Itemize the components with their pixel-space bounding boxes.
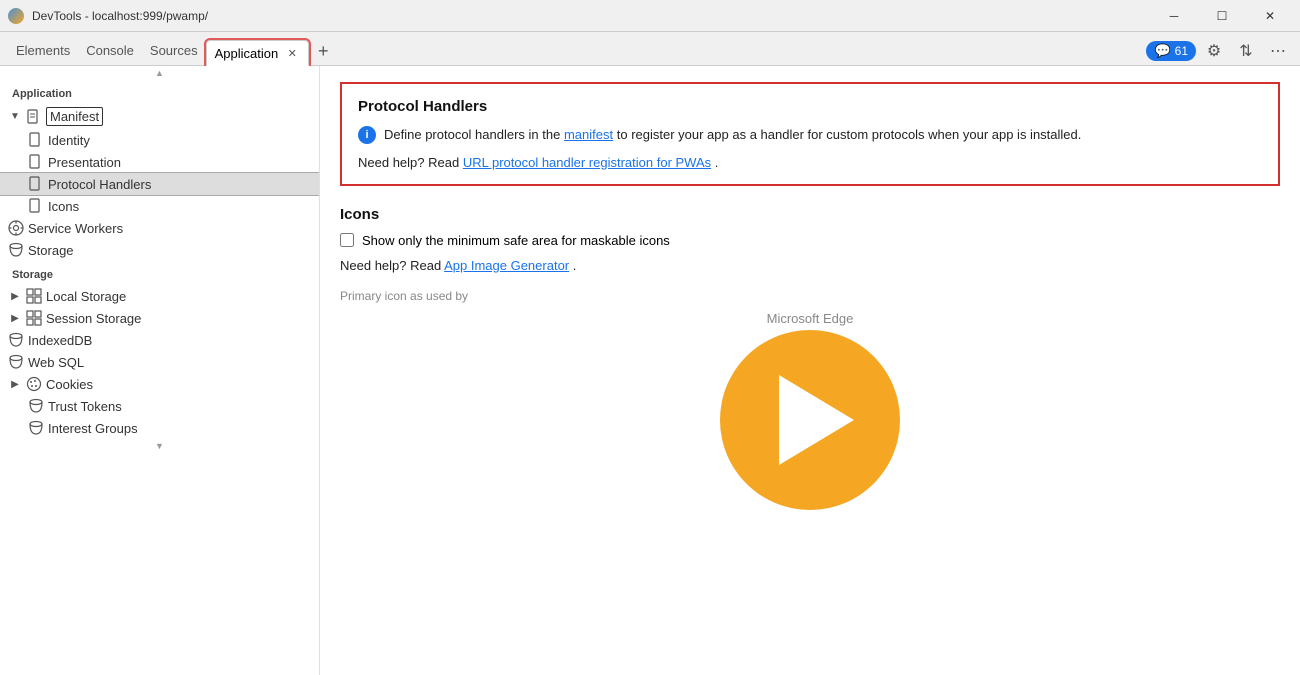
devtools-icon bbox=[8, 8, 24, 24]
storage-section-label: Storage bbox=[0, 261, 319, 285]
local-storage-label: Local Storage bbox=[46, 289, 126, 304]
issues-badge-button[interactable]: 💬 61 bbox=[1146, 41, 1196, 61]
protocol-info-text: Define protocol handlers in the manifest… bbox=[384, 125, 1081, 145]
indexeddb-label: IndexedDB bbox=[28, 333, 92, 348]
storage-label: Storage bbox=[28, 243, 74, 258]
icons-section: Icons Show only the minimum safe area fo… bbox=[340, 206, 1280, 510]
pwa-link[interactable]: URL protocol handler registration for PW… bbox=[463, 155, 711, 170]
sidebar-item-indexeddb[interactable]: IndexedDB bbox=[0, 329, 319, 351]
icon-preview-container: Microsoft Edge bbox=[340, 311, 1280, 510]
tab-close-icon[interactable]: ✕ bbox=[284, 45, 300, 61]
tab-sources[interactable]: Sources bbox=[142, 35, 206, 65]
sidebar-item-identity[interactable]: Identity bbox=[0, 129, 319, 151]
settings-button[interactable]: ⚙ bbox=[1200, 37, 1228, 65]
protocol-info-row: i Define protocol handlers in the manife… bbox=[358, 125, 1262, 145]
maximize-button[interactable]: ☐ bbox=[1200, 0, 1244, 32]
issues-count: 61 bbox=[1175, 44, 1188, 58]
more-button[interactable]: ⋯ bbox=[1264, 37, 1292, 65]
sidebar-item-interest-groups[interactable]: Interest Groups bbox=[0, 417, 319, 439]
local-storage-expand-icon: ▶ bbox=[8, 289, 22, 303]
sidebar-item-manifest[interactable]: ▼ Manifest bbox=[0, 104, 319, 129]
protocol-handlers-title: Protocol Handlers bbox=[358, 98, 1262, 115]
sidebar-item-presentation[interactable]: Presentation bbox=[0, 151, 319, 173]
session-storage-label: Session Storage bbox=[46, 311, 141, 326]
cookies-label: Cookies bbox=[46, 377, 93, 392]
sidebar-item-service-workers[interactable]: Service Workers bbox=[0, 217, 319, 239]
trust-tokens-db-icon bbox=[28, 398, 44, 414]
local-storage-grid-icon bbox=[26, 288, 42, 304]
scroll-down-arrow[interactable]: ▼ bbox=[0, 439, 319, 453]
trust-tokens-label: Trust Tokens bbox=[48, 399, 122, 414]
tab-console[interactable]: Console bbox=[78, 35, 142, 65]
main-layout: ▲ Application ▼ Manifest Identity Presen… bbox=[0, 66, 1300, 675]
sidebar-item-web-sql[interactable]: Web SQL bbox=[0, 351, 319, 373]
session-storage-expand-icon: ▶ bbox=[8, 311, 22, 325]
sidebar-item-trust-tokens[interactable]: Trust Tokens bbox=[0, 395, 319, 417]
sidebar-item-cookies[interactable]: ▶ Cookies bbox=[0, 373, 319, 395]
service-workers-label: Service Workers bbox=[28, 221, 123, 236]
cookies-expand-icon: ▶ bbox=[8, 377, 22, 391]
manifest-label: Manifest bbox=[46, 107, 103, 126]
microsoft-edge-label: Microsoft Edge bbox=[767, 311, 854, 326]
application-section-label: Application bbox=[0, 80, 319, 104]
web-sql-label: Web SQL bbox=[28, 355, 84, 370]
content-area: Protocol Handlers i Define protocol hand… bbox=[320, 66, 1300, 675]
sidebar: ▲ Application ▼ Manifest Identity Presen… bbox=[0, 66, 320, 675]
app-image-link[interactable]: App Image Generator bbox=[444, 258, 569, 273]
scroll-up-arrow[interactable]: ▲ bbox=[0, 66, 319, 80]
presentation-label: Presentation bbox=[48, 155, 121, 170]
info-icon: i bbox=[358, 126, 376, 144]
window-controls: ─ ☐ ✕ bbox=[1152, 0, 1292, 32]
session-storage-grid-icon bbox=[26, 310, 42, 326]
tab-application-label: Application bbox=[215, 46, 279, 61]
device-toolbar-button[interactable]: ⇅ bbox=[1232, 37, 1260, 65]
sidebar-item-protocol-handlers[interactable]: Protocol Handlers bbox=[0, 173, 319, 195]
icons-help-row: Need help? Read App Image Generator . bbox=[340, 258, 1280, 273]
protocol-handlers-file-icon bbox=[28, 176, 44, 192]
maskable-icons-checkbox[interactable] bbox=[340, 233, 354, 247]
issues-icon: 💬 bbox=[1154, 43, 1170, 59]
pwa-help-row: Need help? Read URL protocol handler reg… bbox=[358, 155, 1262, 170]
service-workers-gear-icon bbox=[8, 220, 24, 236]
identity-label: Identity bbox=[48, 133, 90, 148]
protocol-handlers-label: Protocol Handlers bbox=[48, 177, 151, 192]
tab-elements[interactable]: Elements bbox=[8, 35, 78, 65]
tabbar-right: 💬 61 ⚙ ⇅ ⋯ bbox=[1146, 37, 1300, 65]
icons-label: Icons bbox=[48, 199, 79, 214]
storage-db-icon bbox=[8, 242, 24, 258]
primary-icon-label: Primary icon as used by bbox=[340, 289, 1280, 303]
sidebar-item-icons[interactable]: Icons bbox=[0, 195, 319, 217]
icon-preview-area: Primary icon as used by Microsoft Edge bbox=[340, 289, 1280, 510]
icons-section-title: Icons bbox=[340, 206, 1280, 223]
maskable-icons-label: Show only the minimum safe area for mask… bbox=[362, 233, 670, 248]
titlebar: DevTools - localhost:999/pwamp/ ─ ☐ ✕ bbox=[0, 0, 1300, 32]
indexeddb-db-icon bbox=[8, 332, 24, 348]
app-icon-circle bbox=[720, 330, 900, 510]
window-title: DevTools - localhost:999/pwamp/ bbox=[32, 9, 1144, 23]
sidebar-item-local-storage[interactable]: ▶ Local Storage bbox=[0, 285, 319, 307]
presentation-file-icon bbox=[28, 154, 44, 170]
tab-add-button[interactable]: + bbox=[309, 37, 337, 65]
close-button[interactable]: ✕ bbox=[1248, 0, 1292, 32]
manifest-link[interactable]: manifest bbox=[564, 127, 613, 142]
interest-groups-db-icon bbox=[28, 420, 44, 436]
sidebar-item-storage-app[interactable]: Storage bbox=[0, 239, 319, 261]
protocol-handlers-section: Protocol Handlers i Define protocol hand… bbox=[340, 82, 1280, 186]
tab-application: Application ✕ bbox=[206, 40, 310, 66]
tabbar: Elements Console Sources Application ✕ +… bbox=[0, 32, 1300, 66]
web-sql-db-icon bbox=[8, 354, 24, 370]
icons-file-icon bbox=[28, 198, 44, 214]
sidebar-item-session-storage[interactable]: ▶ Session Storage bbox=[0, 307, 319, 329]
minimize-button[interactable]: ─ bbox=[1152, 0, 1196, 32]
interest-groups-label: Interest Groups bbox=[48, 421, 138, 436]
cookies-icon bbox=[26, 376, 42, 392]
expand-arrow-icon: ▼ bbox=[8, 110, 22, 124]
play-triangle-icon bbox=[779, 375, 854, 465]
identity-file-icon bbox=[28, 132, 44, 148]
manifest-file-icon bbox=[26, 109, 42, 125]
maskable-icons-checkbox-row: Show only the minimum safe area for mask… bbox=[340, 233, 1280, 248]
